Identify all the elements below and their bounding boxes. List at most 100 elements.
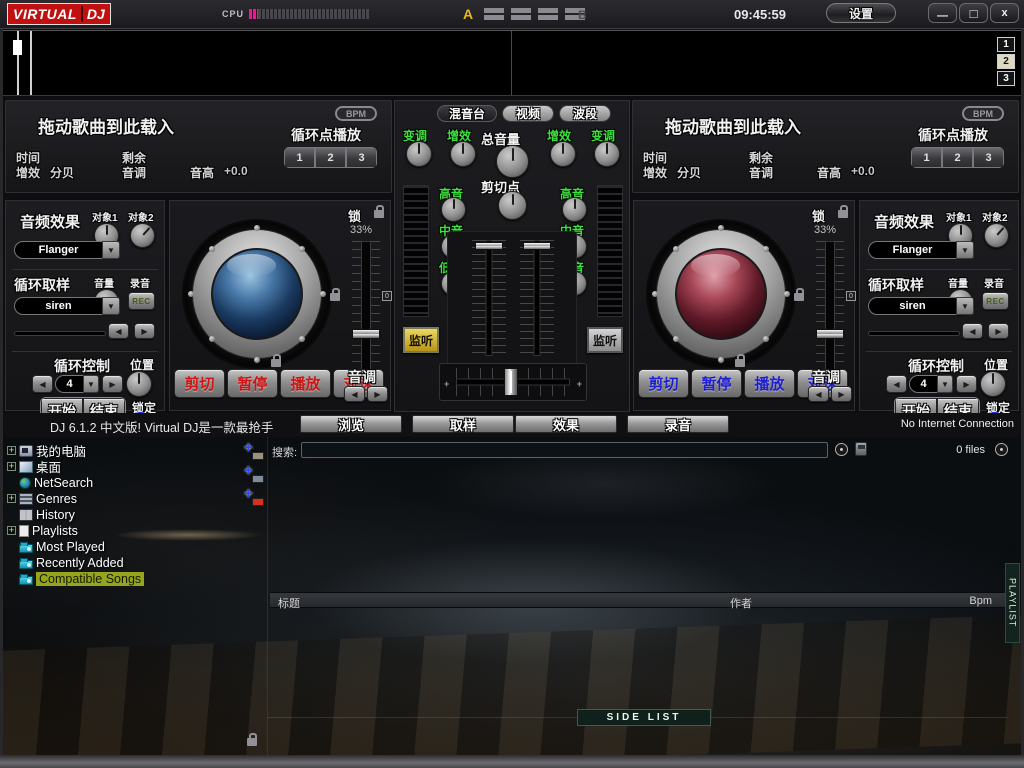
- cue-button[interactable]: 剪切: [638, 369, 689, 398]
- add-virtual-folder-icon[interactable]: +: [244, 465, 264, 483]
- search-scope-icon[interactable]: [835, 443, 848, 456]
- tree-item-history[interactable]: History: [7, 507, 75, 522]
- pitch-lock-icon[interactable]: [838, 210, 848, 218]
- tree-item-genres[interactable]: Genres: [7, 491, 77, 506]
- waveform-display[interactable]: 1 2 3: [3, 30, 1021, 96]
- dropdown-arrow-icon[interactable]: [83, 375, 99, 393]
- pitch-slider-handle[interactable]: [352, 329, 380, 339]
- column-artist[interactable]: 作者: [730, 595, 752, 611]
- jog-lock-icon[interactable]: [271, 359, 281, 367]
- loop-half-button[interactable]: [886, 375, 907, 393]
- tree-item-netsearch[interactable]: NetSearch: [7, 475, 93, 490]
- dropdown-arrow-icon[interactable]: [956, 241, 974, 259]
- right-gain-knob[interactable]: [550, 141, 576, 167]
- crossfader-handle[interactable]: [504, 368, 518, 396]
- left-key-knob[interactable]: [406, 141, 432, 167]
- column-bpm[interactable]: Bpm: [969, 595, 992, 607]
- tab-band[interactable]: 波段: [559, 105, 611, 122]
- playlist-side-tab[interactable]: PLAYLIST: [1005, 563, 1020, 643]
- dropdown-arrow-icon[interactable]: [956, 297, 974, 315]
- deck-a-jog-wheel[interactable]: [184, 221, 330, 367]
- deck-b-info-panel[interactable]: 拖动歌曲到此载入 BPM 循环点播放 1 2 3 时间 剩余 增效 分贝 音调 …: [632, 100, 1019, 193]
- expand-icon[interactable]: [7, 494, 16, 503]
- expand-icon[interactable]: [7, 526, 16, 535]
- tab-mixer[interactable]: 混音台: [437, 105, 497, 122]
- tab-sampler[interactable]: 取样: [412, 415, 514, 433]
- fx-param2-knob[interactable]: [984, 223, 1009, 248]
- tree-item-desktop[interactable]: 桌面: [7, 459, 61, 474]
- fader-handle[interactable]: [523, 242, 551, 250]
- settings-button[interactable]: 设置: [826, 3, 896, 23]
- tree-item-recently-added[interactable]: Recently Added: [7, 555, 124, 570]
- effect-select[interactable]: Flanger: [868, 241, 974, 259]
- effect-select[interactable]: Flanger: [14, 241, 120, 259]
- pitch-zero-button[interactable]: 0: [382, 291, 392, 301]
- key-down-button[interactable]: [808, 386, 829, 402]
- deck-a-pitch-slider[interactable]: [352, 241, 380, 373]
- maximize-button[interactable]: [959, 3, 988, 23]
- sample-select[interactable]: siren: [14, 297, 120, 315]
- browser-lock-icon[interactable]: [247, 738, 257, 746]
- channel-a-fader[interactable]: [472, 240, 506, 356]
- pitch-lock-icon[interactable]: [374, 210, 384, 218]
- channel-b-fader[interactable]: [520, 240, 554, 356]
- deck-b-pitch-slider[interactable]: [816, 241, 844, 373]
- cue-1-button[interactable]: 1: [284, 147, 315, 168]
- key-up-button[interactable]: [367, 386, 388, 402]
- tree-item-compatible-songs[interactable]: Compatible Songs: [7, 571, 144, 586]
- cue-point-knob[interactable]: [498, 191, 527, 220]
- tab-record[interactable]: 录音: [627, 415, 729, 433]
- sample-next-button[interactable]: [988, 323, 1009, 339]
- crossfader-right-plus-icon[interactable]: +: [577, 379, 582, 389]
- deck-b-jog-wheel[interactable]: [648, 221, 794, 367]
- slider-lock-icon[interactable]: [330, 293, 340, 301]
- tree-item-playlists[interactable]: Playlists: [7, 523, 78, 538]
- pitch-zero-button[interactable]: 0: [846, 291, 856, 301]
- loop-double-button[interactable]: [956, 375, 977, 393]
- close-button[interactable]: [990, 3, 1019, 23]
- right-pfl-button[interactable]: 监听: [587, 327, 623, 353]
- fx-param2-knob[interactable]: [130, 223, 155, 248]
- tab-video[interactable]: 视频: [502, 105, 554, 122]
- cue-2-button[interactable]: 2: [315, 147, 346, 168]
- right-key-knob[interactable]: [594, 141, 620, 167]
- zoom-level-1-button[interactable]: 1: [997, 37, 1015, 52]
- slider-lock-icon[interactable]: [794, 293, 804, 301]
- master-volume-knob[interactable]: [496, 145, 529, 178]
- loop-half-button[interactable]: [32, 375, 53, 393]
- search-input[interactable]: [301, 442, 828, 458]
- expand-icon[interactable]: [7, 446, 16, 455]
- pitch-slider-handle[interactable]: [816, 329, 844, 339]
- play-button[interactable]: 播放: [744, 369, 795, 398]
- column-title[interactable]: 标题: [278, 595, 300, 611]
- tree-item-most-played[interactable]: Most Played: [7, 539, 105, 554]
- sampler-rec-button[interactable]: REC: [128, 292, 155, 310]
- expand-icon[interactable]: [7, 462, 16, 471]
- left-pfl-button[interactable]: 监听: [403, 327, 439, 353]
- crossfader-left-plus-icon[interactable]: +: [444, 379, 449, 389]
- cue-button[interactable]: 剪切: [174, 369, 225, 398]
- zoom-level-2-button[interactable]: 2: [997, 54, 1015, 69]
- jog-lock-icon[interactable]: [735, 359, 745, 367]
- cue-2-button[interactable]: 2: [942, 147, 973, 168]
- key-down-button[interactable]: [344, 386, 365, 402]
- dropdown-arrow-icon[interactable]: [937, 375, 953, 393]
- sampler-rec-button[interactable]: REC: [982, 292, 1009, 310]
- sample-select[interactable]: siren: [868, 297, 974, 315]
- sample-next-button[interactable]: [134, 323, 155, 339]
- dropdown-arrow-icon[interactable]: [102, 241, 120, 259]
- loop-double-button[interactable]: [102, 375, 123, 393]
- stop-button[interactable]: 暂停: [227, 369, 278, 398]
- right-treble-knob[interactable]: [562, 197, 587, 222]
- fader-handle[interactable]: [475, 242, 503, 250]
- tree-item-my-computer[interactable]: 我的电脑: [7, 443, 86, 458]
- loop-length-select[interactable]: 4: [909, 375, 953, 393]
- loop-position-knob[interactable]: [980, 371, 1006, 397]
- sample-prev-button[interactable]: [108, 323, 129, 339]
- sample-prev-button[interactable]: [962, 323, 983, 339]
- cue-3-button[interactable]: 3: [346, 147, 377, 168]
- left-gain-knob[interactable]: [450, 141, 476, 167]
- minimize-button[interactable]: [928, 3, 957, 23]
- left-treble-knob[interactable]: [441, 197, 466, 222]
- cue-1-button[interactable]: 1: [911, 147, 942, 168]
